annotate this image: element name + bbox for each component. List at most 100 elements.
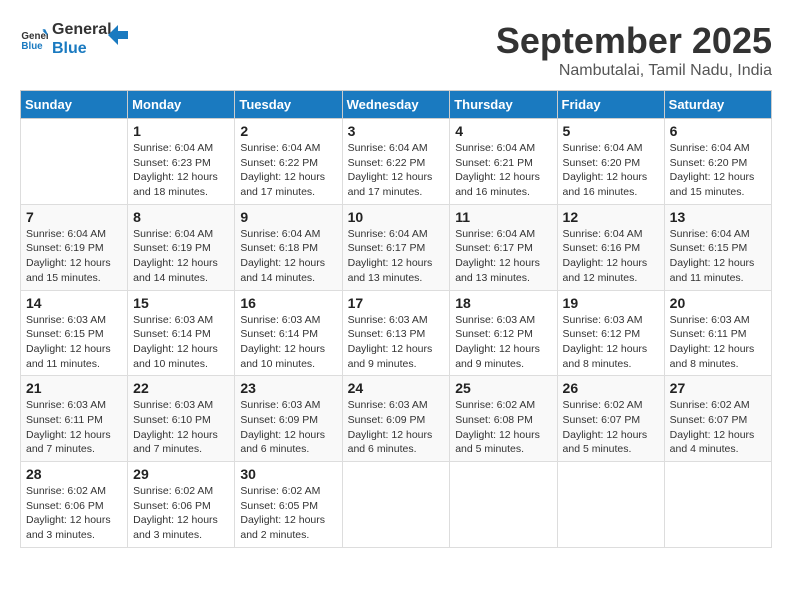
day-number: 27 — [670, 380, 766, 396]
day-number: 7 — [26, 209, 122, 225]
svg-text:Blue: Blue — [21, 41, 43, 52]
weekday-header-thursday: Thursday — [450, 91, 557, 119]
day-number: 24 — [348, 380, 445, 396]
day-info: Sunrise: 6:03 AM Sunset: 6:12 PM Dayligh… — [563, 313, 659, 372]
day-info: Sunrise: 6:02 AM Sunset: 6:05 PM Dayligh… — [240, 484, 336, 543]
weekday-header-saturday: Saturday — [664, 91, 771, 119]
day-info: Sunrise: 6:03 AM Sunset: 6:11 PM Dayligh… — [26, 398, 122, 457]
calendar-cell: 4 Sunrise: 6:04 AM Sunset: 6:21 PM Daylig… — [450, 119, 557, 205]
day-info: Sunrise: 6:04 AM Sunset: 6:21 PM Dayligh… — [455, 141, 551, 200]
calendar-cell — [450, 462, 557, 548]
day-number: 11 — [455, 209, 551, 225]
day-info: Sunrise: 6:04 AM Sunset: 6:22 PM Dayligh… — [240, 141, 336, 200]
day-info: Sunrise: 6:04 AM Sunset: 6:17 PM Dayligh… — [348, 227, 445, 286]
calendar-table: SundayMondayTuesdayWednesdayThursdayFrid… — [20, 90, 772, 548]
day-info: Sunrise: 6:03 AM Sunset: 6:10 PM Dayligh… — [133, 398, 229, 457]
day-info: Sunrise: 6:03 AM Sunset: 6:09 PM Dayligh… — [348, 398, 445, 457]
calendar-cell: 22 Sunrise: 6:03 AM Sunset: 6:10 PM Dayli… — [128, 376, 235, 462]
day-number: 4 — [455, 123, 551, 139]
day-number: 25 — [455, 380, 551, 396]
day-info: Sunrise: 6:03 AM Sunset: 6:13 PM Dayligh… — [348, 313, 445, 372]
logo-icon: General Blue — [20, 25, 48, 53]
day-info: Sunrise: 6:04 AM Sunset: 6:15 PM Dayligh… — [670, 227, 766, 286]
day-info: Sunrise: 6:04 AM Sunset: 6:16 PM Dayligh… — [563, 227, 659, 286]
day-info: Sunrise: 6:04 AM Sunset: 6:19 PM Dayligh… — [133, 227, 229, 286]
day-info: Sunrise: 6:02 AM Sunset: 6:07 PM Dayligh… — [670, 398, 766, 457]
calendar-week-row: 14 Sunrise: 6:03 AM Sunset: 6:15 PM Dayli… — [21, 290, 772, 376]
calendar-cell: 5 Sunrise: 6:04 AM Sunset: 6:20 PM Daylig… — [557, 119, 664, 205]
calendar-cell: 8 Sunrise: 6:04 AM Sunset: 6:19 PM Daylig… — [128, 204, 235, 290]
day-info: Sunrise: 6:04 AM Sunset: 6:18 PM Dayligh… — [240, 227, 336, 286]
weekday-header-sunday: Sunday — [21, 91, 128, 119]
calendar-cell: 28 Sunrise: 6:02 AM Sunset: 6:06 PM Dayli… — [21, 462, 128, 548]
day-info: Sunrise: 6:04 AM Sunset: 6:17 PM Dayligh… — [455, 227, 551, 286]
day-number: 3 — [348, 123, 445, 139]
day-info: Sunrise: 6:04 AM Sunset: 6:20 PM Dayligh… — [563, 141, 659, 200]
day-number: 17 — [348, 295, 445, 311]
calendar-cell: 12Sunrise: 6:04 AM Sunset: 6:16 PM Dayli… — [557, 204, 664, 290]
day-info: Sunrise: 6:04 AM Sunset: 6:20 PM Dayligh… — [670, 141, 766, 200]
calendar-cell: 14 Sunrise: 6:03 AM Sunset: 6:15 PM Dayli… — [21, 290, 128, 376]
weekday-header-monday: Monday — [128, 91, 235, 119]
day-number: 5 — [563, 123, 659, 139]
day-number: 29 — [133, 466, 229, 482]
weekday-header-wednesday: Wednesday — [342, 91, 450, 119]
day-number: 1 — [133, 123, 229, 139]
calendar-cell — [21, 119, 128, 205]
logo-arrow-icon — [108, 25, 128, 45]
calendar-cell — [557, 462, 664, 548]
day-info: Sunrise: 6:03 AM Sunset: 6:11 PM Dayligh… — [670, 313, 766, 372]
calendar-week-row: 1 Sunrise: 6:04 AM Sunset: 6:23 PM Daylig… — [21, 119, 772, 205]
day-info: Sunrise: 6:03 AM Sunset: 6:12 PM Dayligh… — [455, 313, 551, 372]
day-number: 23 — [240, 380, 336, 396]
day-info: Sunrise: 6:03 AM Sunset: 6:15 PM Dayligh… — [26, 313, 122, 372]
day-number: 20 — [670, 295, 766, 311]
calendar-cell: 13Sunrise: 6:04 AM Sunset: 6:15 PM Dayli… — [664, 204, 771, 290]
calendar-week-row: 28 Sunrise: 6:02 AM Sunset: 6:06 PM Dayli… — [21, 462, 772, 548]
calendar-cell: 15 Sunrise: 6:03 AM Sunset: 6:14 PM Dayli… — [128, 290, 235, 376]
day-info: Sunrise: 6:04 AM Sunset: 6:22 PM Dayligh… — [348, 141, 445, 200]
calendar-cell: 23 Sunrise: 6:03 AM Sunset: 6:09 PM Dayli… — [235, 376, 342, 462]
day-info: Sunrise: 6:04 AM Sunset: 6:19 PM Dayligh… — [26, 227, 122, 286]
day-number: 8 — [133, 209, 229, 225]
logo: General Blue General Blue — [20, 20, 128, 58]
calendar-cell: 26Sunrise: 6:02 AM Sunset: 6:07 PM Dayli… — [557, 376, 664, 462]
day-number: 28 — [26, 466, 122, 482]
calendar-cell: 27 Sunrise: 6:02 AM Sunset: 6:07 PM Dayli… — [664, 376, 771, 462]
header: General Blue General Blue September 2025… — [20, 20, 772, 80]
logo-blue: Blue — [52, 39, 112, 58]
calendar-cell — [664, 462, 771, 548]
day-info: Sunrise: 6:02 AM Sunset: 6:08 PM Dayligh… — [455, 398, 551, 457]
day-number: 18 — [455, 295, 551, 311]
calendar-week-row: 7 Sunrise: 6:04 AM Sunset: 6:19 PM Daylig… — [21, 204, 772, 290]
day-info: Sunrise: 6:03 AM Sunset: 6:09 PM Dayligh… — [240, 398, 336, 457]
calendar-cell: 29Sunrise: 6:02 AM Sunset: 6:06 PM Dayli… — [128, 462, 235, 548]
day-number: 15 — [133, 295, 229, 311]
day-info: Sunrise: 6:02 AM Sunset: 6:07 PM Dayligh… — [563, 398, 659, 457]
calendar-cell: 19 Sunrise: 6:03 AM Sunset: 6:12 PM Dayli… — [557, 290, 664, 376]
weekday-header-tuesday: Tuesday — [235, 91, 342, 119]
calendar-body: 1 Sunrise: 6:04 AM Sunset: 6:23 PM Daylig… — [21, 119, 772, 548]
day-number: 21 — [26, 380, 122, 396]
day-info: Sunrise: 6:02 AM Sunset: 6:06 PM Dayligh… — [26, 484, 122, 543]
day-number: 22 — [133, 380, 229, 396]
weekday-header-friday: Friday — [557, 91, 664, 119]
calendar-cell: 16Sunrise: 6:03 AM Sunset: 6:14 PM Dayli… — [235, 290, 342, 376]
calendar-cell: 30Sunrise: 6:02 AM Sunset: 6:05 PM Dayli… — [235, 462, 342, 548]
calendar-cell: 10 Sunrise: 6:04 AM Sunset: 6:17 PM Dayli… — [342, 204, 450, 290]
day-number: 19 — [563, 295, 659, 311]
day-number: 9 — [240, 209, 336, 225]
calendar-cell: 18 Sunrise: 6:03 AM Sunset: 6:12 PM Dayli… — [450, 290, 557, 376]
day-number: 14 — [26, 295, 122, 311]
calendar-cell: 17 Sunrise: 6:03 AM Sunset: 6:13 PM Dayli… — [342, 290, 450, 376]
calendar-week-row: 21 Sunrise: 6:03 AM Sunset: 6:11 PM Dayli… — [21, 376, 772, 462]
calendar-cell: 25 Sunrise: 6:02 AM Sunset: 6:08 PM Dayli… — [450, 376, 557, 462]
day-info: Sunrise: 6:03 AM Sunset: 6:14 PM Dayligh… — [133, 313, 229, 372]
calendar-cell: 20 Sunrise: 6:03 AM Sunset: 6:11 PM Dayli… — [664, 290, 771, 376]
day-number: 10 — [348, 209, 445, 225]
day-info: Sunrise: 6:04 AM Sunset: 6:23 PM Dayligh… — [133, 141, 229, 200]
calendar-cell: 6Sunrise: 6:04 AM Sunset: 6:20 PM Daylig… — [664, 119, 771, 205]
calendar-cell: 2Sunrise: 6:04 AM Sunset: 6:22 PM Daylig… — [235, 119, 342, 205]
calendar-cell: 9 Sunrise: 6:04 AM Sunset: 6:18 PM Daylig… — [235, 204, 342, 290]
logo-general: General — [52, 20, 112, 39]
